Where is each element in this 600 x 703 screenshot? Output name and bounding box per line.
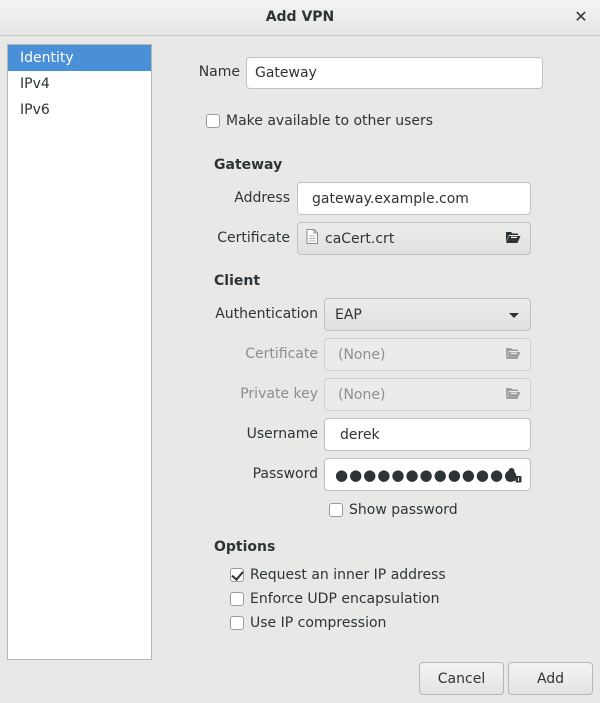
sidebar: Identity IPv4 IPv6: [7, 44, 152, 660]
name-input[interactable]: Gateway: [246, 57, 543, 89]
option-inner-ip-checkbox[interactable]: [230, 568, 244, 582]
share-checkbox-label: Make available to other users: [226, 113, 434, 129]
password-value: ●●●●●●●●●●●●●: [335, 465, 519, 484]
option-udp-encapsulation-label: Enforce UDP encapsulation: [250, 591, 440, 607]
password-label: Password: [252, 466, 318, 482]
option-ip-compression-row[interactable]: Use IP compression: [230, 615, 386, 631]
option-ip-compression-checkbox[interactable]: [230, 616, 244, 630]
username-label: Username: [246, 426, 318, 442]
private-key-value: (None): [338, 386, 386, 403]
chevron-down-icon: [509, 313, 519, 318]
option-ip-compression-label: Use IP compression: [250, 615, 387, 631]
sidebar-item-identity[interactable]: Identity: [8, 45, 151, 71]
gateway-certificate-label: Certificate: [217, 230, 290, 246]
option-udp-encapsulation-row[interactable]: Enforce UDP encapsulation: [230, 591, 439, 607]
option-inner-ip-label: Request an inner IP address: [250, 567, 446, 583]
gateway-certificate-chooser[interactable]: caCert.crt: [297, 222, 531, 255]
password-input[interactable]: ●●●●●●●●●●●●●: [324, 458, 531, 491]
show-password-label: Show password: [349, 502, 458, 518]
user-lock-icon[interactable]: [506, 467, 522, 487]
sidebar-item-ipv4[interactable]: IPv4: [8, 71, 151, 97]
authentication-value: EAP: [335, 306, 362, 323]
gateway-heading: Gateway: [214, 157, 283, 173]
folder-open-icon: [505, 230, 521, 248]
username-value: derek: [340, 426, 380, 443]
close-icon[interactable]: ✕: [572, 8, 590, 26]
authentication-combo[interactable]: EAP: [324, 298, 531, 331]
private-key-label: Private key: [240, 386, 318, 402]
window-title: Add VPN: [265, 9, 335, 25]
option-inner-ip-row[interactable]: Request an inner IP address: [230, 567, 446, 583]
gateway-address-input[interactable]: gateway.example.com: [297, 182, 531, 215]
title-bar: Add VPN ✕: [0, 0, 600, 36]
show-password-checkbox[interactable]: [329, 503, 343, 517]
client-certificate-label: Certificate: [245, 346, 318, 362]
private-key-chooser[interactable]: (None): [324, 378, 531, 411]
authentication-label: Authentication: [215, 306, 318, 322]
gateway-address-value: gateway.example.com: [312, 190, 469, 207]
document-icon: [306, 229, 318, 248]
cancel-button[interactable]: Cancel: [419, 662, 504, 695]
show-password-row[interactable]: Show password: [329, 502, 458, 518]
folder-open-icon: [505, 346, 521, 364]
client-certificate-value: (None): [338, 346, 386, 363]
username-input[interactable]: derek: [324, 418, 531, 451]
folder-open-icon: [505, 386, 521, 404]
share-checkbox[interactable]: [206, 114, 220, 128]
share-checkbox-row[interactable]: Make available to other users: [206, 113, 433, 129]
gateway-address-label: Address: [234, 190, 290, 206]
add-button[interactable]: Add: [508, 662, 593, 695]
name-label: Name: [198, 64, 240, 80]
gateway-certificate-value: caCert.crt: [325, 230, 395, 247]
name-input-value: Gateway: [255, 65, 317, 81]
client-certificate-chooser[interactable]: (None): [324, 338, 531, 371]
options-heading: Options: [214, 539, 276, 555]
client-heading: Client: [214, 273, 261, 289]
sidebar-item-ipv6[interactable]: IPv6: [8, 97, 151, 123]
option-udp-encapsulation-checkbox[interactable]: [230, 592, 244, 606]
